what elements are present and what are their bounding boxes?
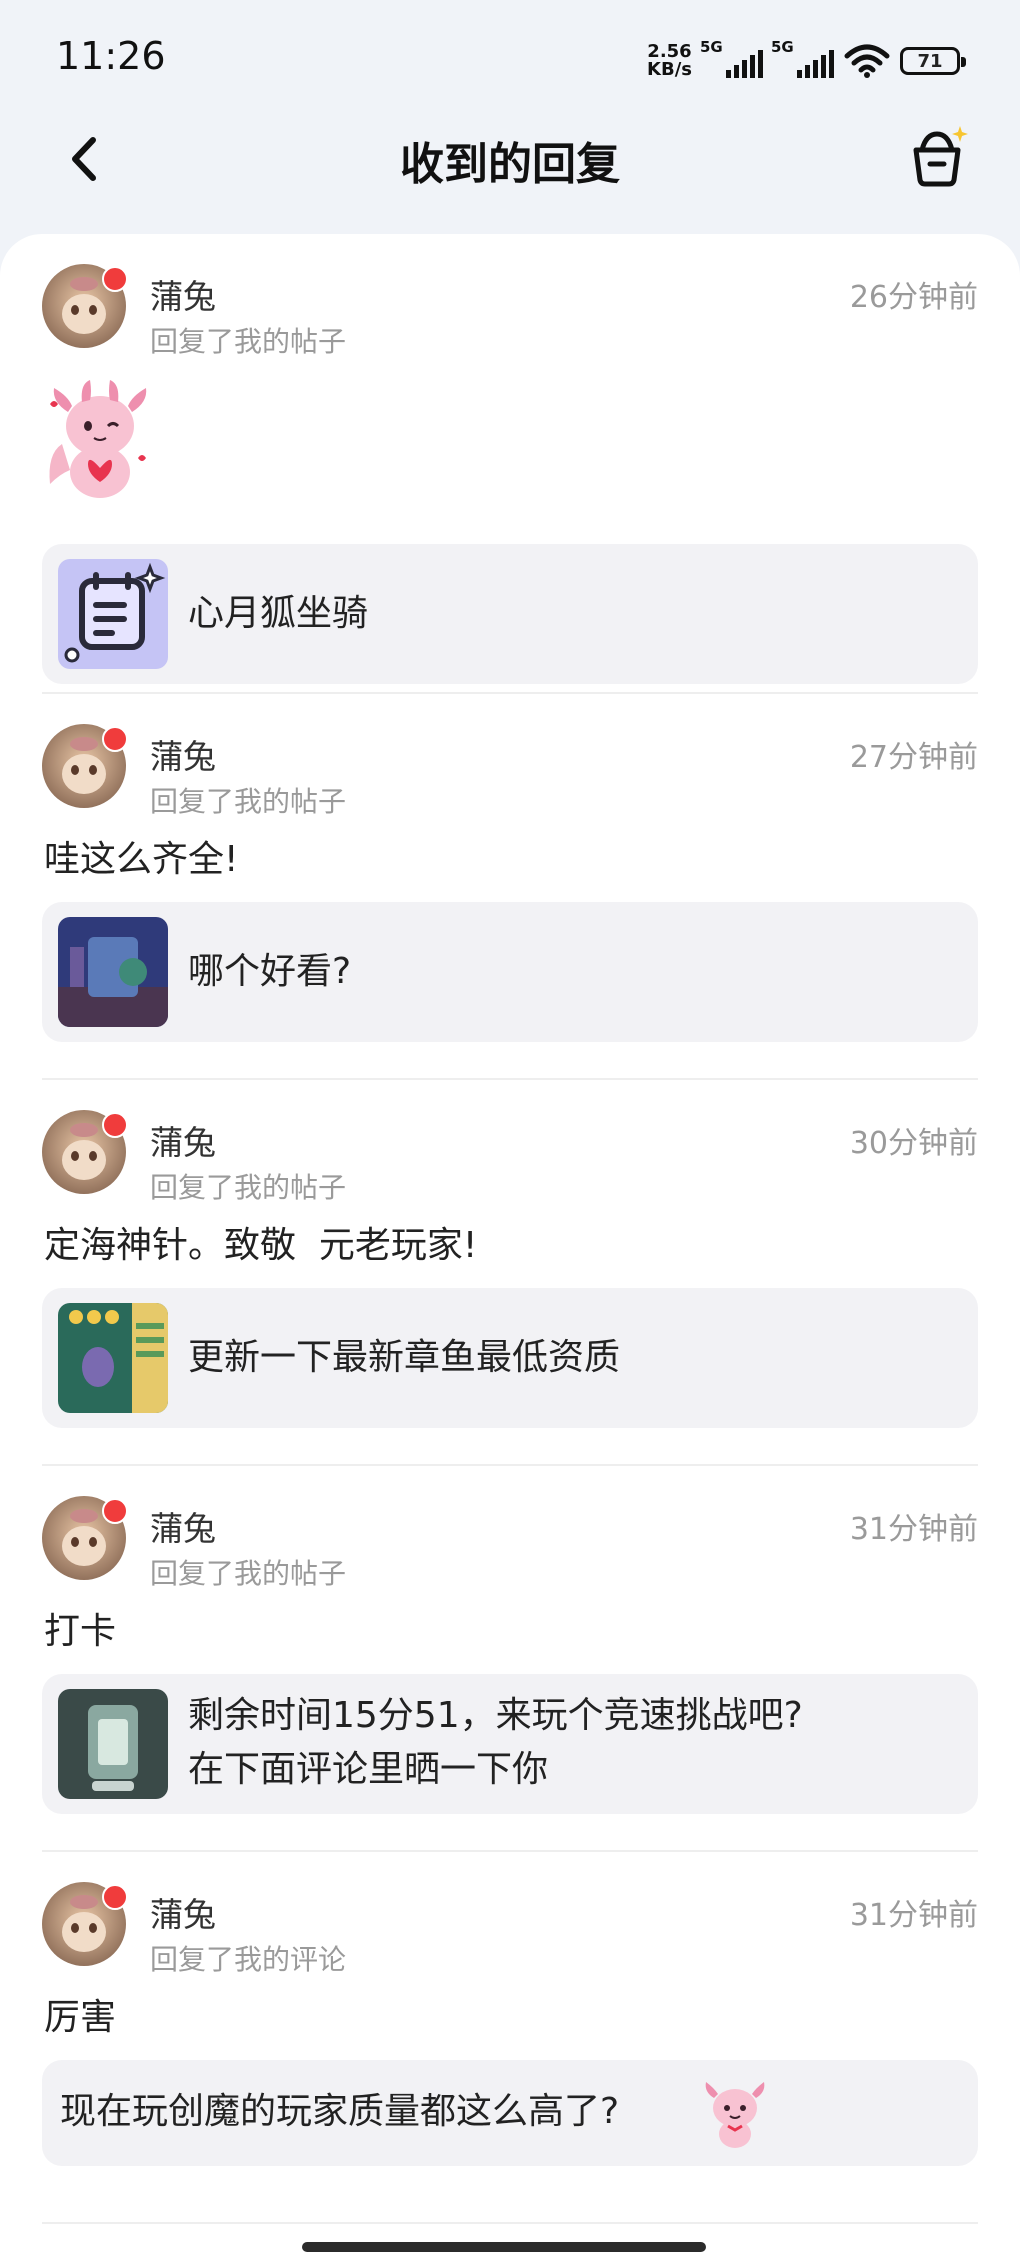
status-time: 11:26 [56,34,166,78]
nav-bar: 收到的回复 [0,120,1020,232]
divider [42,1464,978,1466]
post-thumbnail [58,1689,168,1799]
timestamp: 30分钟前 [849,1126,978,1161]
user-name[interactable]: 蒲兔 [150,730,216,778]
network-speed: 2.56 KB/s [647,43,692,79]
user-name[interactable]: 蒲兔 [150,1888,216,1936]
post-preview[interactable]: 哪个好看? [42,902,978,1042]
signal-icon: 5G [771,38,834,78]
avatar[interactable] [42,1496,126,1580]
divider [42,692,978,694]
reply-content: 哇这么齐全! [44,839,239,880]
post-thumbnail [58,1303,168,1413]
user-name[interactable]: 蒲兔 [150,1116,216,1164]
pink-axolotl-heart-sticker [49,380,147,498]
post-title: 哪个好看? [188,951,352,992]
battery-icon: 71 [900,47,966,75]
avatar[interactable] [42,264,126,348]
reply-item[interactable]: 蒲兔 回复了我的帖子 27分钟前 哇这么齐全! 哪个好看? [42,724,978,1042]
comment-text: 现在玩创魔的玩家质量都这么高了? [60,2091,620,2132]
divider [42,1850,978,1852]
avatar[interactable] [42,1110,126,1194]
reply-item[interactable]: 蒲兔 回复了我的帖子 26分钟前 心月狐坐骑 [42,264,978,694]
post-preview[interactable]: 剩余时间15分51，来玩个竞速挑战吧? 在下面评论里晒一下你 [42,1674,978,1814]
timestamp: 31分钟前 [849,1898,978,1933]
post-title-line2: 在下面评论里晒一下你 [188,1749,549,1790]
reply-content: 打卡 [44,1611,117,1652]
post-title-line1: 剩余时间15分51，来玩个竞速挑战吧? [188,1695,803,1736]
reply-action: 回复了我的帖子 [150,1557,347,1590]
basket-sparkle-icon[interactable] [902,120,972,190]
home-indicator[interactable] [302,2242,706,2252]
wifi-icon [844,44,890,78]
avatar[interactable] [42,724,126,808]
reply-item[interactable]: 蒲兔 回复了我的评论 31分钟前 厉害 现在玩创魔的玩家质量都这么高了? [42,1882,978,2202]
page-title: 收到的回复 [400,139,620,190]
signal-label: 5G [771,38,794,56]
avatar[interactable] [42,1882,126,1966]
pink-axolotl-sticker [705,2082,765,2148]
reply-item[interactable]: 蒲兔 回复了我的帖子 30分钟前 定海神针。致敬 元老玩家! 更新一下最新章鱼最… [42,1110,978,1440]
comment-preview[interactable]: 现在玩创魔的玩家质量都这么高了? [42,2060,978,2166]
user-name[interactable]: 蒲兔 [150,270,216,318]
divider [42,1078,978,1080]
user-name[interactable]: 蒲兔 [150,1502,216,1550]
post-title: 心月狐坐骑 [188,593,369,634]
divider [42,2222,978,2224]
reply-action: 回复了我的评论 [150,1943,347,1976]
battery-level: 71 [917,50,943,72]
network-speed-unit: KB/s [647,59,692,80]
status-bar: 11:26 2.56 KB/s 5G 5G 71 [0,0,1020,120]
timestamp: 26分钟前 [849,280,978,315]
timestamp: 27分钟前 [849,740,978,775]
reply-action: 回复了我的帖子 [150,785,347,818]
post-preview[interactable]: 心月狐坐骑 [42,544,978,684]
post-thumbnail [58,917,168,1027]
signal-icon: 5G [700,38,763,78]
reply-action: 回复了我的帖子 [150,1171,347,1204]
reply-content: 厉害 [44,1997,117,2038]
reply-content: 定海神针。致敬 元老玩家! [44,1225,478,1266]
signal-label: 5G [700,38,723,56]
reply-item[interactable]: 蒲兔 回复了我的帖子 31分钟前 打卡 剩余时间15分51，来玩个竞速挑战吧? … [42,1496,978,1826]
reply-action: 回复了我的帖子 [150,325,347,358]
timestamp: 31分钟前 [849,1512,978,1547]
post-preview[interactable]: 更新一下最新章鱼最低资质 [42,1288,978,1428]
replies-card: 蒲兔 回复了我的帖子 26分钟前 心月狐坐骑 蒲兔 回复了我的帖子 27分钟前 … [0,234,1020,2267]
post-title: 更新一下最新章鱼最低资质 [188,1337,621,1378]
status-icons: 2.56 KB/s 5G 5G 71 [647,36,966,86]
notes-icon [58,559,168,669]
